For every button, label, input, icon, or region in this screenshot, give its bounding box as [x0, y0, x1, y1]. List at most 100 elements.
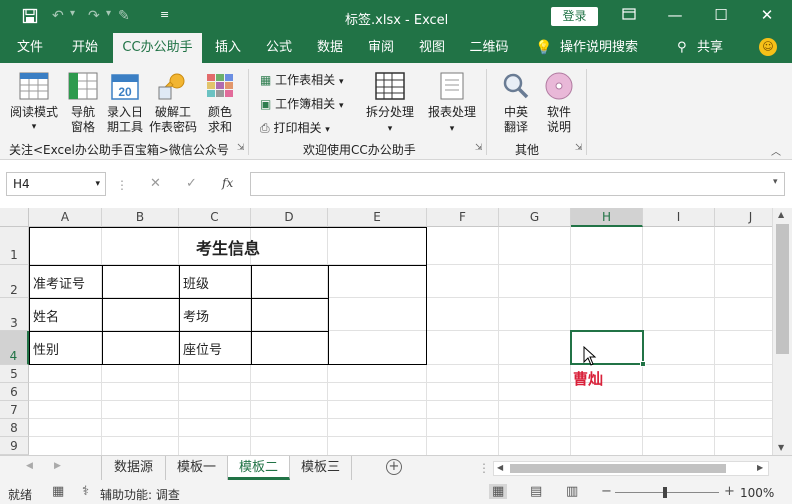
zoom-slider[interactable] [615, 492, 719, 493]
column-header[interactable]: C [179, 208, 251, 227]
scroll-up-icon[interactable]: ▲ [778, 210, 784, 219]
active-cell-h4[interactable] [570, 330, 644, 365]
page-layout-view-icon[interactable]: ▤ [530, 484, 542, 499]
color-sum-button[interactable]: 颜色 求和 [202, 71, 238, 135]
h-scroll-thumb[interactable] [510, 464, 726, 473]
close-icon[interactable]: ✕ [757, 6, 777, 24]
share-button[interactable]: 共享 [694, 33, 726, 63]
row-header[interactable]: 2 [0, 265, 29, 298]
label-cell[interactable]: 考场 [179, 298, 252, 332]
redo-icon[interactable]: ↷ [88, 8, 100, 24]
ribbon-display-icon[interactable] [619, 6, 639, 24]
scroll-down-icon[interactable]: ▼ [778, 443, 784, 452]
column-header[interactable]: I [643, 208, 715, 227]
value-cell[interactable] [102, 331, 180, 365]
crack-sheet-password-button[interactable]: 破解工 作表密码 [146, 71, 200, 135]
maximize-icon[interactable]: ☐ [711, 6, 731, 24]
redo-dropdown-icon[interactable]: ▾ [106, 8, 111, 19]
split-process-button[interactable]: 拆分处理 ▾ [364, 71, 416, 137]
column-header[interactable]: F [427, 208, 499, 227]
column-header[interactable]: D [251, 208, 328, 227]
sheet-related-menu[interactable]: ▦ 工作表相关 ▾ [260, 71, 344, 88]
dialog-launcher-icon[interactable]: ⇲ [237, 143, 245, 153]
column-header[interactable]: E [328, 208, 427, 227]
workbook-related-menu[interactable]: ▣ 工作簿相关 ▾ [260, 95, 344, 112]
label-cell[interactable]: 姓名 [29, 298, 103, 332]
column-header[interactable]: G [499, 208, 571, 227]
tab-cc-assistant[interactable]: CC办公助手 [113, 33, 202, 63]
value-cell[interactable] [251, 265, 329, 299]
value-cell[interactable] [251, 298, 329, 332]
collapse-ribbon-icon[interactable]: ︿ [771, 143, 781, 158]
print-related-menu[interactable]: ⎙ 打印相关 ▾ [260, 119, 330, 136]
dialog-launcher-icon[interactable]: ⇲ [475, 143, 483, 153]
column-header[interactable]: J [715, 208, 772, 227]
undo-icon[interactable]: ↶ [52, 8, 64, 24]
report-process-button[interactable]: 报表处理 ▾ [424, 71, 480, 137]
row-header[interactable]: 6 [0, 383, 29, 401]
zoom-in-icon[interactable]: + [724, 484, 735, 499]
name-box[interactable]: H4 ▾ [6, 172, 106, 196]
sheet-tab-template-1[interactable]: 模板一 [166, 456, 228, 480]
touch-mode-icon[interactable]: ✎ [118, 8, 130, 24]
tab-qrcode[interactable]: 二维码 [464, 33, 514, 63]
row-header[interactable]: 9 [0, 437, 29, 455]
insert-function-icon[interactable]: fx [222, 176, 233, 190]
macro-record-icon[interactable]: ▦ [52, 484, 64, 499]
table-title-cell[interactable]: 考生信息 [29, 227, 427, 266]
zoom-level[interactable]: 100% [740, 486, 774, 500]
label-cell[interactable]: 准考证号 [29, 265, 103, 299]
column-header-selected[interactable]: H [571, 208, 643, 227]
row-header[interactable]: 5 [0, 365, 29, 383]
read-mode-button[interactable]: 阅读模式 ▾ [6, 71, 62, 135]
zoom-out-icon[interactable]: − [601, 484, 612, 499]
row-header[interactable]: 7 [0, 401, 29, 419]
vertical-scrollbar[interactable]: ▲ ▼ [772, 208, 792, 455]
sheet-tab-template-2[interactable]: 模板二 [228, 456, 290, 480]
horizontal-scrollbar[interactable]: ◀ ▶ [493, 461, 769, 476]
label-cell[interactable]: 班级 [179, 265, 252, 299]
fill-handle[interactable] [640, 361, 646, 367]
tab-data[interactable]: 数据 [309, 33, 351, 63]
tab-formulas[interactable]: 公式 [258, 33, 300, 63]
scroll-right-icon[interactable]: ▶ [757, 463, 763, 472]
translate-button[interactable]: 中英 翻译 [497, 71, 535, 135]
column-header[interactable]: A [29, 208, 102, 227]
select-all-corner[interactable] [0, 208, 29, 227]
tab-split-grip-icon[interactable]: ⋮ [478, 461, 490, 475]
tab-insert[interactable]: 插入 [207, 33, 249, 63]
next-sheet-icon[interactable]: ▶ [54, 461, 61, 471]
smiley-icon[interactable]: ☺ [759, 38, 777, 56]
date-entry-tool-button[interactable]: 20 录入日 期工具 [104, 71, 146, 135]
software-info-button[interactable]: 软件 说明 [540, 71, 578, 135]
photo-cell[interactable] [328, 265, 427, 365]
column-header[interactable]: B [102, 208, 179, 227]
formula-input[interactable] [250, 172, 785, 196]
row-header[interactable]: 3 [0, 298, 29, 331]
tab-file[interactable]: 文件 [8, 33, 52, 63]
undo-dropdown-icon[interactable]: ▾ [70, 8, 75, 19]
navigation-pane-button[interactable]: 导航 窗格 [64, 71, 102, 135]
scroll-thumb[interactable] [776, 224, 789, 354]
save-icon[interactable] [22, 8, 38, 28]
add-sheet-icon[interactable]: + [386, 459, 402, 475]
expand-formula-icon[interactable]: ▾ [773, 177, 778, 187]
scroll-left-icon[interactable]: ◀ [497, 463, 503, 472]
sheet-tab-template-3[interactable]: 模板三 [290, 456, 352, 480]
worksheet-grid[interactable]: A B C D E F G H I J 1 2 3 4 5 6 7 8 9 考生… [0, 208, 772, 455]
accessibility-icon[interactable]: ⚕ [82, 484, 89, 499]
tab-home[interactable]: 开始 [62, 33, 108, 63]
row-header[interactable]: 8 [0, 419, 29, 437]
value-cell[interactable] [102, 298, 180, 332]
accessibility-status[interactable]: 辅助功能: 调查 [100, 486, 180, 503]
tell-me-search[interactable]: 操作说明搜索 [556, 33, 642, 63]
login-button[interactable]: 登录 [551, 7, 598, 26]
confirm-icon[interactable]: ✓ [186, 176, 197, 191]
customize-toolbar-icon[interactable]: ≡ [160, 8, 169, 21]
tab-view[interactable]: 视图 [411, 33, 453, 63]
zoom-slider-thumb[interactable] [663, 487, 667, 498]
tab-review[interactable]: 审阅 [360, 33, 402, 63]
row-header[interactable]: 1 [0, 227, 29, 265]
label-cell[interactable]: 座位号 [179, 331, 252, 365]
normal-view-icon[interactable]: ▦ [489, 484, 508, 499]
